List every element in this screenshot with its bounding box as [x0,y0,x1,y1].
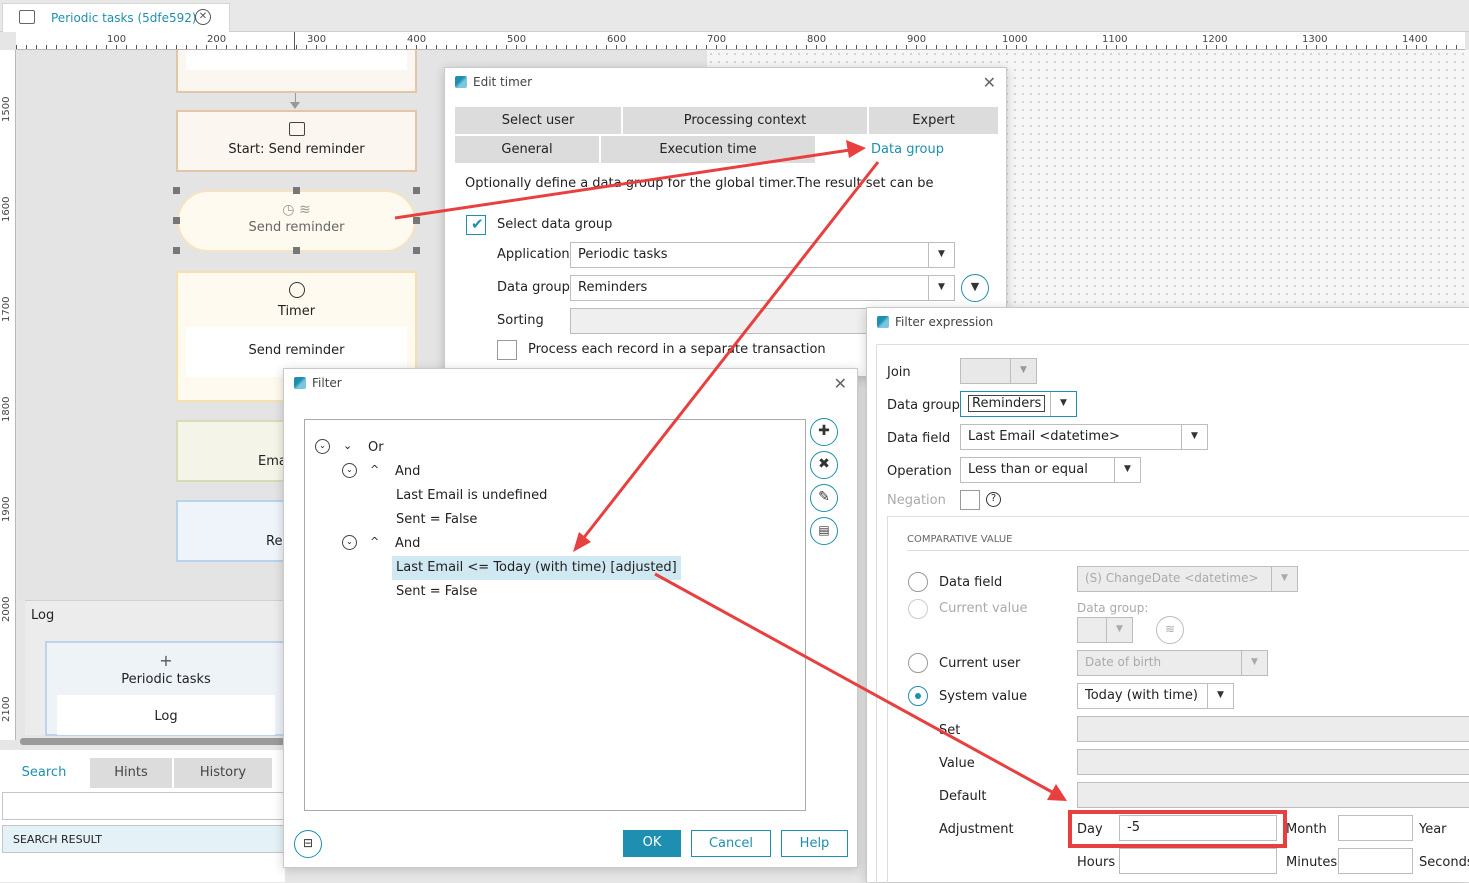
arrowhead [846,140,866,158]
arrow-data-group-to-filter [580,161,880,541]
arrow-node-to-data-group-tab [394,148,851,220]
arrow-filter-to-adjustment [654,572,1053,794]
annotation-arrows [394,140,1067,801]
arrowhead [573,532,591,552]
